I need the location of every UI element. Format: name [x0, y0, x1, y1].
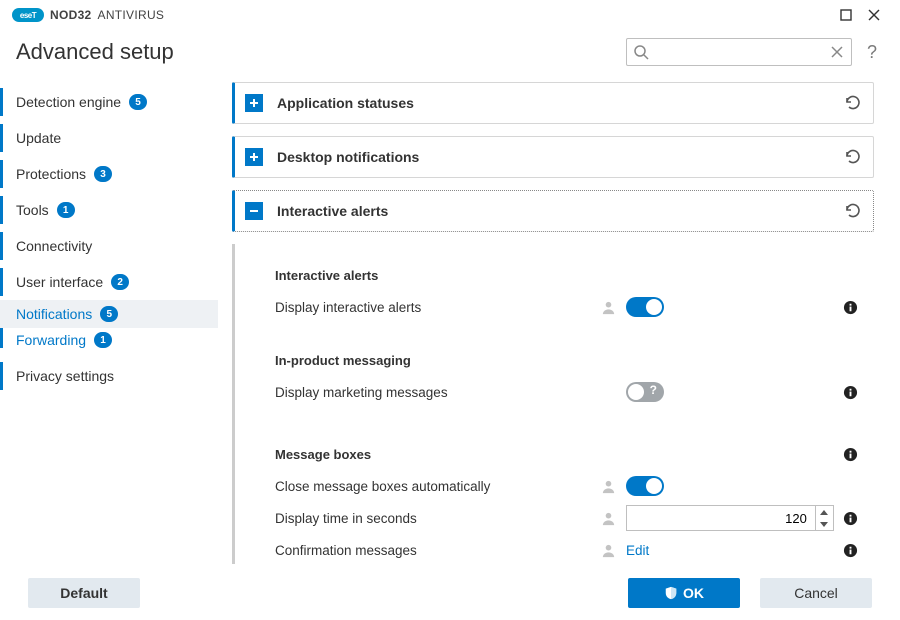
user-policy-icon [601, 479, 616, 494]
sidebar: Detection engine 5 Update Protections 3 … [0, 78, 218, 564]
toggle-display-interactive-alerts[interactable] [626, 297, 664, 317]
brand-name2: ANTIVIRUS [98, 8, 165, 22]
group-title-message-boxes: Message boxes [275, 447, 836, 462]
badge: 2 [111, 274, 129, 290]
sidebar-item-label: Update [16, 130, 61, 146]
search-box[interactable] [626, 38, 852, 66]
content: Application statuses Desktop notificatio… [218, 78, 900, 564]
info-icon[interactable] [836, 511, 864, 526]
stepper-up-icon[interactable] [816, 506, 833, 518]
display-time-stepper[interactable] [626, 505, 834, 531]
sidebar-item-user-interface[interactable]: User interface 2 [0, 264, 218, 300]
panel-body-interactive-alerts: Interactive alerts Display interactive a… [232, 244, 874, 564]
info-icon[interactable] [836, 385, 864, 400]
badge: 5 [129, 94, 147, 110]
sidebar-item-label: Forwarding [16, 332, 86, 348]
panel-desktop-notifications: Desktop notifications [232, 136, 874, 178]
sidebar-item-label: Privacy settings [16, 368, 114, 384]
badge: 3 [94, 166, 112, 182]
row-confirmation-messages: Confirmation messages Edit [275, 534, 864, 564]
cancel-button[interactable]: Cancel [760, 578, 872, 608]
panel-interactive-alerts: Interactive alerts [232, 190, 874, 232]
row-close-message-boxes-auto: Close message boxes automatically [275, 470, 864, 502]
row-label: Display marketing messages [275, 385, 626, 400]
toggle-display-marketing-messages[interactable]: ? [626, 382, 664, 402]
badge: 5 [100, 306, 118, 322]
sidebar-item-label: Protections [16, 166, 86, 182]
row-display-marketing-messages: Display marketing messages ? [275, 376, 864, 408]
panel-title: Desktop notifications [277, 149, 835, 165]
button-label: OK [683, 585, 704, 601]
button-label: Cancel [794, 585, 838, 601]
display-time-input[interactable] [627, 506, 815, 530]
ok-button[interactable]: OK [628, 578, 740, 608]
badge: 1 [57, 202, 75, 218]
info-icon[interactable] [836, 447, 864, 462]
undo-icon[interactable] [843, 93, 863, 113]
sidebar-item-label: Tools [16, 202, 49, 218]
row-label: Close message boxes automatically [275, 479, 601, 494]
sidebar-item-forwarding[interactable]: Forwarding 1 [0, 328, 218, 352]
panel-head-interactive-alerts[interactable]: Interactive alerts [235, 191, 873, 231]
sidebar-item-label: User interface [16, 274, 103, 290]
row-message-boxes-heading: Message boxes [275, 438, 864, 470]
collapse-icon[interactable] [245, 202, 263, 220]
row-label: Confirmation messages [275, 543, 601, 558]
titlebar: eseT NOD32 ANTIVIRUS [0, 0, 900, 30]
default-button[interactable]: Default [28, 578, 140, 608]
info-icon[interactable] [836, 300, 864, 315]
info-icon[interactable] [836, 543, 864, 558]
row-label: Display time in seconds [275, 511, 601, 526]
stepper-down-icon[interactable] [816, 518, 833, 530]
row-display-interactive-alerts: Display interactive alerts [275, 291, 864, 323]
sidebar-item-detection-engine[interactable]: Detection engine 5 [0, 84, 218, 120]
expand-icon[interactable] [245, 148, 263, 166]
main: Detection engine 5 Update Protections 3 … [0, 78, 900, 564]
header: Advanced setup ? [0, 30, 900, 78]
search-icon [633, 44, 649, 65]
sidebar-item-connectivity[interactable]: Connectivity [0, 228, 218, 264]
brand-name1: NOD32 [50, 8, 92, 22]
page-title: Advanced setup [16, 39, 174, 65]
sidebar-item-notifications[interactable]: Notifications 5 [0, 300, 218, 328]
row-label: Display interactive alerts [275, 300, 601, 315]
group-title-interactive-alerts: Interactive alerts [275, 268, 864, 283]
panel-title: Application statuses [277, 95, 835, 111]
toggle-close-message-boxes-auto[interactable] [626, 476, 664, 496]
search-input[interactable] [627, 39, 851, 65]
user-policy-icon [601, 300, 616, 315]
shield-icon [664, 586, 678, 600]
badge: 1 [94, 332, 112, 348]
edit-link[interactable]: Edit [626, 543, 649, 558]
question-icon: ? [650, 383, 657, 397]
panel-title: Interactive alerts [277, 203, 835, 219]
brand-logo: eseT [12, 8, 44, 22]
window-maximize-button[interactable] [832, 1, 860, 29]
undo-icon[interactable] [843, 147, 863, 167]
window-close-button[interactable] [860, 1, 888, 29]
brand: eseT NOD32 ANTIVIRUS [12, 8, 164, 22]
sidebar-item-update[interactable]: Update [0, 120, 218, 156]
sidebar-item-label: Notifications [16, 306, 92, 322]
search-clear-icon[interactable] [829, 44, 845, 65]
row-display-time-seconds: Display time in seconds [275, 502, 864, 534]
sidebar-item-privacy-settings[interactable]: Privacy settings [0, 358, 218, 394]
undo-icon[interactable] [843, 201, 863, 221]
footer: Default OK Cancel [0, 566, 900, 620]
help-button[interactable]: ? [860, 42, 884, 63]
panel-head-desktop-notifications[interactable]: Desktop notifications [235, 137, 873, 177]
panel-application-statuses: Application statuses [232, 82, 874, 124]
sidebar-item-label: Detection engine [16, 94, 121, 110]
sidebar-item-tools[interactable]: Tools 1 [0, 192, 218, 228]
button-label: Default [60, 585, 107, 601]
sidebar-item-label: Connectivity [16, 238, 92, 254]
group-title-in-product-messaging: In-product messaging [275, 353, 864, 368]
user-policy-icon [601, 543, 616, 558]
expand-icon[interactable] [245, 94, 263, 112]
panel-head-application-statuses[interactable]: Application statuses [235, 83, 873, 123]
user-policy-icon [601, 511, 616, 526]
sidebar-item-protections[interactable]: Protections 3 [0, 156, 218, 192]
